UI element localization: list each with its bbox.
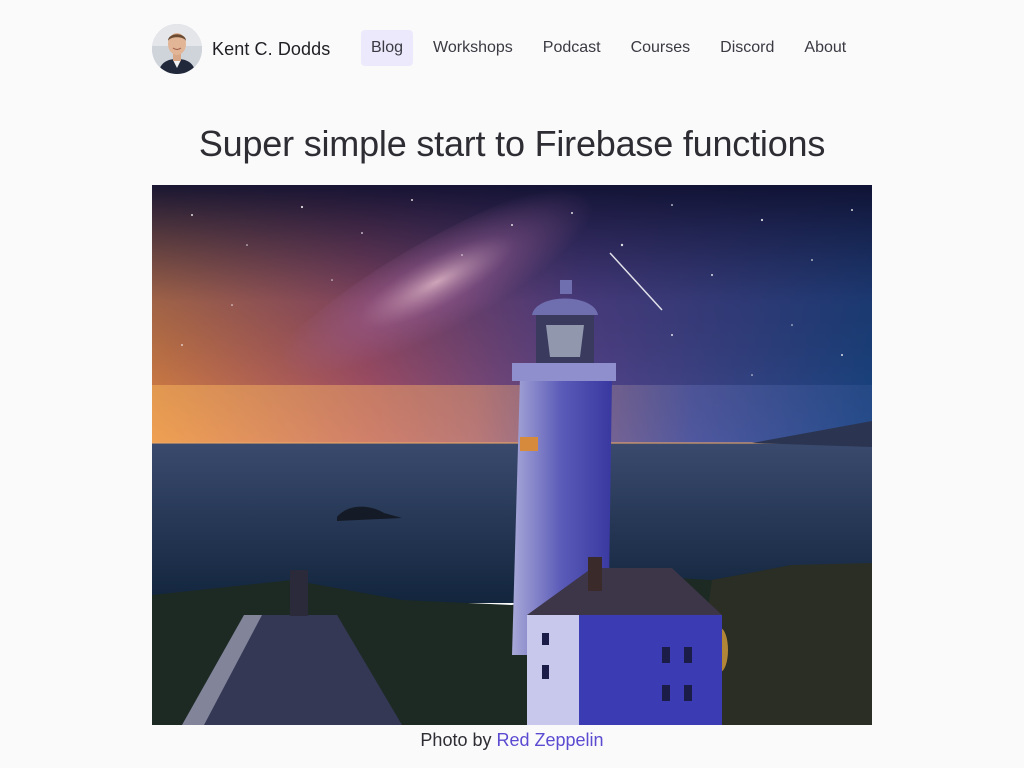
avatar-photo [152,24,202,74]
nav-podcast[interactable]: Podcast [533,30,611,66]
nav-courses[interactable]: Courses [621,30,701,66]
hero-image [152,185,872,725]
site-name: Kent C. Dodds [212,38,331,59]
lighthouse-photo [152,185,872,725]
caption-prefix: Photo by [420,730,492,750]
article-title: Super simple start to Firebase functions [198,123,826,164]
home-link[interactable]: Kent C. Dodds [152,24,330,74]
nav-workshops[interactable]: Workshops [423,30,523,66]
photo-caption: Photo by Red Zeppelin [0,728,1024,752]
site-header: Kent C. Dodds Blog Workshops Podcast Cou… [0,0,1024,96]
photo-credit-link[interactable]: Red Zeppelin [497,730,604,750]
main-nav: Blog Workshops Podcast Courses Discord A… [361,30,856,66]
nav-discord[interactable]: Discord [710,30,784,66]
avatar [152,24,202,74]
nav-about[interactable]: About [794,30,856,66]
nav-blog[interactable]: Blog [361,30,414,66]
